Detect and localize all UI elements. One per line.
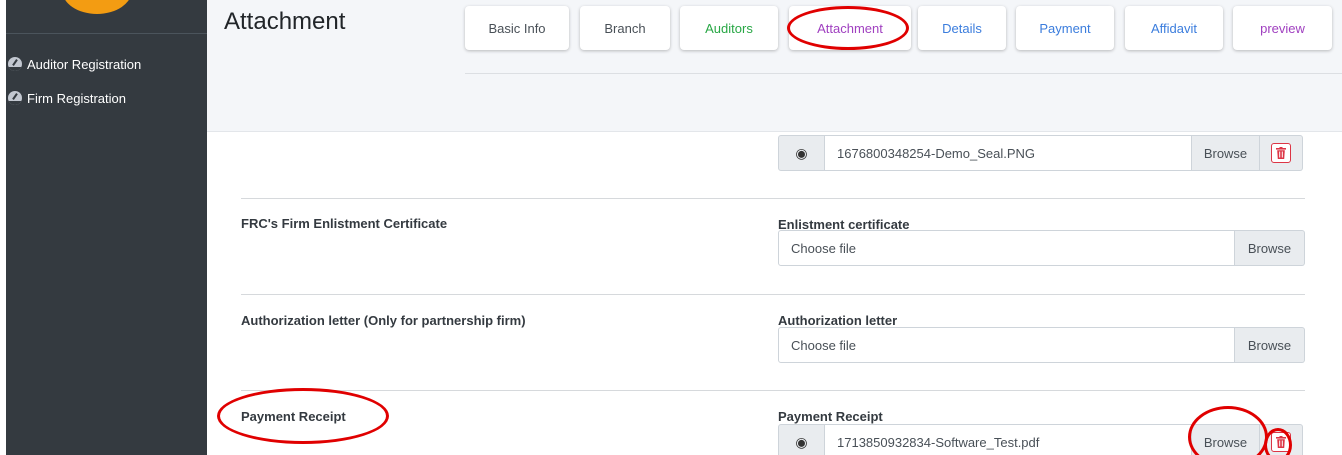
sidebar-item-auditor-registration[interactable]: Auditor Registration (8, 53, 141, 75)
authorization-choose-file[interactable]: Choose file (778, 327, 1235, 363)
sidebar-divider (6, 33, 207, 34)
trash-icon (1271, 143, 1291, 163)
authorization-file-input[interactable]: Choose file Browse (778, 327, 1305, 363)
payment-receipt-delete-button[interactable] (1260, 424, 1303, 455)
trash-icon (1271, 432, 1291, 452)
payment-receipt-browse-button[interactable]: Browse (1192, 424, 1260, 455)
seal-browse-button[interactable]: Browse (1192, 135, 1260, 171)
page-header: Attachment Basic Info Branch Auditors At… (207, 0, 1342, 131)
enlistment-section-label: FRC's Firm Enlistment Certificate (241, 216, 448, 231)
seal-file-name: 1676800348254-Demo_Seal.PNG (825, 135, 1192, 171)
authorization-field-label: Authorization letter (778, 313, 898, 328)
sidebar: Auditor Registration Firm Registration (0, 0, 207, 455)
payment-receipt-section-label: Payment Receipt (241, 409, 346, 424)
brand-logo[interactable] (62, 0, 132, 14)
row-divider (241, 390, 1305, 391)
enlistment-browse-button[interactable]: Browse (1235, 230, 1305, 266)
sidebar-item-label: Auditor Registration (27, 56, 142, 72)
row-divider (241, 294, 1305, 295)
sidebar-item-label: Firm Registration (27, 90, 126, 106)
authorization-browse-button[interactable]: Browse (1235, 327, 1305, 363)
enlistment-file-input[interactable]: Choose file Browse (778, 230, 1305, 266)
tab-preview[interactable]: preview (1233, 6, 1332, 50)
eye-icon[interactable]: ◉ (778, 135, 825, 171)
eye-icon[interactable]: ◉ (778, 424, 825, 455)
payment-receipt-field-label: Payment Receipt (778, 409, 883, 424)
dashboard-icon (8, 91, 22, 105)
payment-receipt-file-name: 1713850932834-Software_Test.pdf (825, 424, 1192, 455)
dashboard-icon (8, 57, 22, 71)
attachment-form: ◉ 1676800348254-Demo_Seal.PNG Browse FRC… (207, 131, 1342, 455)
authorization-section-label: Authorization letter (Only for partnersh… (241, 313, 526, 328)
seal-file-group: ◉ 1676800348254-Demo_Seal.PNG Browse (778, 135, 1303, 171)
sidebar-item-firm-registration[interactable]: Firm Registration (8, 87, 126, 109)
tabs-divider (465, 73, 1342, 74)
row-divider (241, 198, 1305, 199)
tab-branch[interactable]: Branch (580, 6, 670, 50)
enlistment-choose-file[interactable]: Choose file (778, 230, 1235, 266)
seal-delete-button[interactable] (1260, 135, 1303, 171)
sidebar-edge (0, 0, 6, 455)
tab-affidavit[interactable]: Affidavit (1125, 6, 1223, 50)
tab-basic-info[interactable]: Basic Info (465, 6, 569, 50)
tab-payment[interactable]: Payment (1016, 6, 1114, 50)
payment-receipt-file-group: ◉ 1713850932834-Software_Test.pdf Browse (778, 424, 1303, 455)
tab-auditors[interactable]: Auditors (680, 6, 778, 50)
tab-attachment[interactable]: Attachment (789, 6, 911, 50)
tab-details[interactable]: Details (918, 6, 1006, 50)
page-title: Attachment (224, 8, 346, 35)
